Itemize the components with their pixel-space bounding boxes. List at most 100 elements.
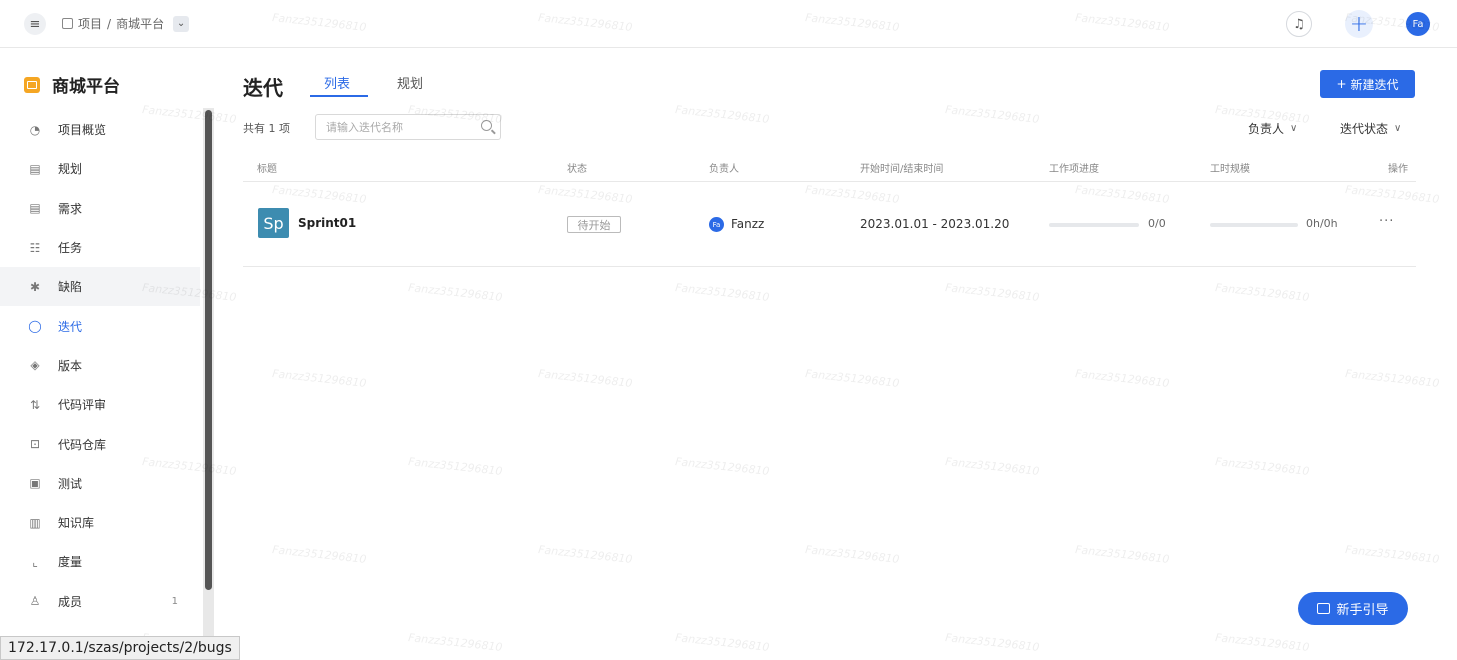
watermark: Fanzz351296810	[1344, 367, 1440, 390]
sidebar-item[interactable]: ▥ 知识库	[0, 503, 200, 542]
new-iteration-label: 新建迭代	[1350, 77, 1399, 92]
tab-active-indicator	[310, 95, 368, 97]
watermark: Fanzz351296810	[1344, 543, 1440, 566]
column-status: 状态	[567, 164, 587, 175]
create-plus-button[interactable]: +	[1345, 10, 1373, 38]
breadcrumb-root[interactable]: 项目	[78, 15, 102, 32]
sidebar-item[interactable]: ♙ 成员 1	[0, 582, 200, 621]
user-avatar[interactable]: Fa	[1406, 12, 1430, 36]
sidebar-item[interactable]: ▤ 规划	[0, 149, 200, 188]
iteration-title[interactable]: Sprint01	[298, 216, 356, 230]
watermark: Fanzz351296810	[407, 631, 503, 654]
watermark: Fanzz351296810	[271, 543, 367, 566]
sidebar-item[interactable]: ▣ 测试	[0, 464, 200, 503]
column-actions: 操作	[1388, 164, 1408, 175]
watermark: Fanzz351296810	[1214, 281, 1310, 304]
hours-progress-bar	[1210, 223, 1298, 227]
project-icon	[62, 18, 73, 29]
sidebar-item-label: 测试	[58, 476, 83, 491]
iteration-icon: ◯	[28, 319, 42, 334]
sidebar-item-label: 代码评审	[58, 398, 107, 413]
work-progress-text: 0/0	[1148, 217, 1166, 230]
sidebar-item-label: 度量	[58, 555, 83, 570]
sidebar-scrollbar[interactable]	[203, 108, 214, 660]
tab-list[interactable]: 列表	[324, 73, 350, 92]
sidebar-item[interactable]: ⌞ 度量	[0, 542, 200, 581]
project-logo-icon	[24, 76, 40, 93]
watermark: Fanzz351296810	[674, 455, 770, 478]
column-hours: 工时规模	[1210, 164, 1250, 175]
more-actions-icon[interactable]: ···	[1379, 214, 1394, 229]
tab-planning[interactable]: 规划	[397, 73, 423, 92]
work-progress-bar	[1049, 223, 1139, 227]
watermark: Fanzz351296810	[1214, 631, 1310, 654]
code-icon: ⊡	[29, 437, 41, 452]
sidebar-nav: ◔ 项目概览 ▤ 规划 ▤ 需求 ☷ 任务 ✱ 缺陷 ◯ 迭代 ◈ 版本 ⇅ 代码评审 ⊡ 代码仓库 ▣ 测试 ▥ 知识库…	[0, 110, 200, 621]
breadcrumb-separator: /	[107, 16, 112, 31]
table-header: 标题 状态 负责人 开始时间/结束时间 工作项进度 工时规模 操作	[243, 160, 1416, 182]
column-time: 开始时间/结束时间	[860, 164, 944, 175]
watermark: Fanzz351296810	[407, 281, 503, 304]
sidebar-item[interactable]: ▤ 需求	[0, 189, 200, 228]
status-filter-label: 迭代状态	[1340, 122, 1389, 136]
task-icon: ☷	[29, 240, 41, 255]
watermark: Fanzz351296810	[674, 631, 770, 654]
column-title: 标题	[257, 164, 277, 175]
owner-name: Fanzz	[731, 217, 765, 231]
watermark: Fanzz351296810	[804, 367, 900, 390]
sidebar-item[interactable]: ◈ 版本	[0, 346, 200, 385]
search-icon[interactable]	[481, 120, 492, 131]
search-box	[315, 114, 501, 140]
layers-icon: ◈	[30, 358, 40, 373]
result-count: 共有 1 项	[243, 122, 290, 135]
sidebar-item-label: 任务	[58, 241, 83, 256]
sidebar-item[interactable]: ✱ 缺陷	[0, 267, 200, 307]
watermark: Fanzz351296810	[1074, 543, 1170, 566]
sidebar-item[interactable]: ◔ 项目概览	[0, 110, 200, 149]
breadcrumb: 项目 / 商城平台 ⌄	[62, 15, 190, 32]
sidebar-item[interactable]: ◯ 迭代	[0, 306, 200, 345]
table-row[interactable]: Sp Sprint01 待开始 Fa Fanzz 2023.01.01 - 20…	[243, 183, 1416, 267]
sidebar-item[interactable]: ⊡ 代码仓库	[0, 424, 200, 463]
menu-icon[interactable]: ≡	[24, 13, 46, 35]
page-title: 迭代	[243, 76, 283, 100]
sidebar-item-label: 需求	[58, 201, 83, 216]
sidebar-item-count: 1	[171, 595, 178, 607]
chevron-down-icon[interactable]: ⌄	[173, 15, 190, 32]
sidebar-item-label: 项目概览	[58, 123, 107, 138]
sidebar-item-label: 知识库	[58, 516, 95, 531]
new-iteration-button[interactable]: + 新建迭代	[1320, 70, 1415, 98]
chevron-down-icon: ∨	[1290, 123, 1298, 134]
bug-icon: ✱	[29, 279, 41, 294]
calendar-icon: ▤	[29, 161, 41, 176]
dashboard-icon: ◔	[29, 122, 41, 137]
breadcrumb-project[interactable]: 商城平台	[116, 15, 164, 32]
sidebar-item[interactable]: ☷ 任务	[0, 228, 200, 267]
watermark-layer: Fanzz351296810 Fanzz351296810 Fanzz3512968…	[0, 0, 1457, 660]
iteration-badge: Sp	[258, 208, 289, 238]
iteration-dates: 2023.01.01 - 2023.01.20	[860, 217, 1010, 231]
project-header: 商城平台	[24, 72, 120, 97]
watermark: Fanzz351296810	[537, 543, 633, 566]
bell-icon[interactable]: ♫	[1286, 11, 1312, 37]
watermark: Fanzz351296810	[674, 103, 770, 126]
watermark: Fanzz351296810	[944, 631, 1040, 654]
beginner-guide-button[interactable]: 新手引导	[1298, 592, 1408, 625]
chevron-down-icon: ∨	[1394, 123, 1402, 134]
owner-filter-label: 负责人	[1248, 122, 1285, 136]
column-work-progress: 工作项进度	[1049, 164, 1099, 175]
beginner-guide-label: 新手引导	[1336, 603, 1389, 618]
owner-filter[interactable]: 负责人 ∨	[1248, 120, 1297, 137]
scrollbar-thumb[interactable]	[205, 110, 212, 590]
sidebar-item-label: 缺陷	[58, 280, 83, 295]
test-icon: ▣	[29, 476, 41, 491]
status-filter[interactable]: 迭代状态 ∨	[1340, 120, 1401, 137]
sidebar: 商城平台 ◔ 项目概览 ▤ 规划 ▤ 需求 ☷ 任务 ✱ 缺陷 ◯ 迭代 ◈ 版本 ⇅ 代码评审 ⊡ 代码仓库 ▣ 测…	[0, 48, 214, 660]
watermark: Fanzz351296810	[537, 367, 633, 390]
sidebar-item-label: 成员	[58, 594, 83, 609]
status-badge: 待开始	[567, 216, 621, 233]
search-input[interactable]	[316, 115, 466, 139]
sidebar-item[interactable]: ⇅ 代码评审	[0, 385, 200, 424]
watermark: Fanzz351296810	[271, 367, 367, 390]
watermark: Fanzz351296810	[674, 281, 770, 304]
